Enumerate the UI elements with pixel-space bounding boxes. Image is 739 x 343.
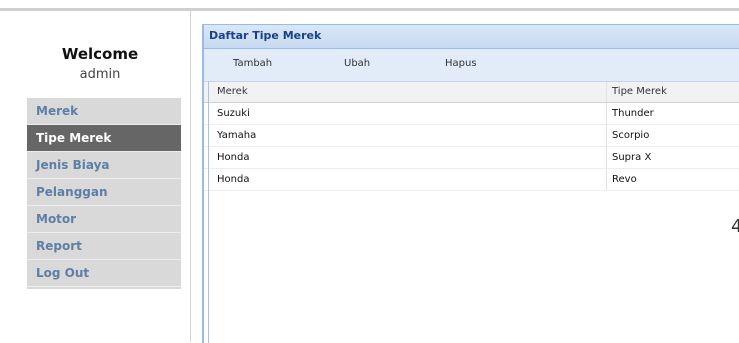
table-row[interactable]: Yamaha Scorpio <box>204 125 739 147</box>
cell-merek: Honda <box>217 174 250 185</box>
sidebar-item-merek[interactable]: Merek <box>27 98 181 125</box>
sidebar-item-jenis-biaya[interactable]: Jenis Biaya <box>27 152 181 179</box>
stray-glyph: 4 <box>731 216 739 237</box>
sidebar-item-motor[interactable]: Motor <box>27 206 181 233</box>
column-separator <box>606 125 607 146</box>
welcome-heading: Welcome <box>61 45 139 63</box>
add-button[interactable]: Tambah <box>233 58 272 69</box>
cell-merek: Suzuki <box>217 108 250 119</box>
sidebar-item-pelanggan[interactable]: Pelanggan <box>27 179 181 206</box>
column-divider <box>190 11 191 342</box>
column-separator <box>606 147 607 168</box>
cell-tipe-merek: Revo <box>612 174 637 185</box>
edit-button[interactable]: Ubah <box>344 58 370 69</box>
tipe-merek-panel: Daftar Tipe Merek Tambah Ubah Hapus Mere… <box>202 24 739 343</box>
column-header-tipe-merek[interactable]: Tipe Merek <box>612 82 667 102</box>
table-row[interactable]: Suzuki Thunder <box>204 103 739 125</box>
sidebar-item-report[interactable]: Report <box>27 233 181 260</box>
cell-tipe-merek: Scorpio <box>612 130 650 141</box>
cell-merek: Honda <box>217 152 250 163</box>
cell-merek: Yamaha <box>217 130 257 141</box>
grid-header: Merek Tipe Merek <box>204 82 739 103</box>
column-header-merek[interactable]: Merek <box>217 82 248 102</box>
cell-tipe-merek: Thunder <box>612 108 654 119</box>
delete-button[interactable]: Hapus <box>445 58 477 69</box>
table-row[interactable]: Honda Revo <box>204 169 739 191</box>
column-separator <box>606 82 607 102</box>
sidebar-menu: Merek Tipe Merek Jenis Biaya Pelanggan M… <box>27 98 181 289</box>
column-separator <box>606 169 607 190</box>
top-rule <box>0 8 739 11</box>
panel-title: Daftar Tipe Merek <box>204 25 739 49</box>
sidebar-item-log-out[interactable]: Log Out <box>27 260 181 287</box>
panel-left-rule <box>208 81 209 343</box>
table-row[interactable]: Honda Supra X <box>204 147 739 169</box>
cell-tipe-merek: Supra X <box>612 152 652 163</box>
username-label: admin <box>79 67 121 82</box>
sidebar-item-tipe-merek[interactable]: Tipe Merek <box>27 125 181 152</box>
column-separator <box>606 103 607 124</box>
panel-toolbar: Tambah Ubah Hapus <box>204 49 739 82</box>
